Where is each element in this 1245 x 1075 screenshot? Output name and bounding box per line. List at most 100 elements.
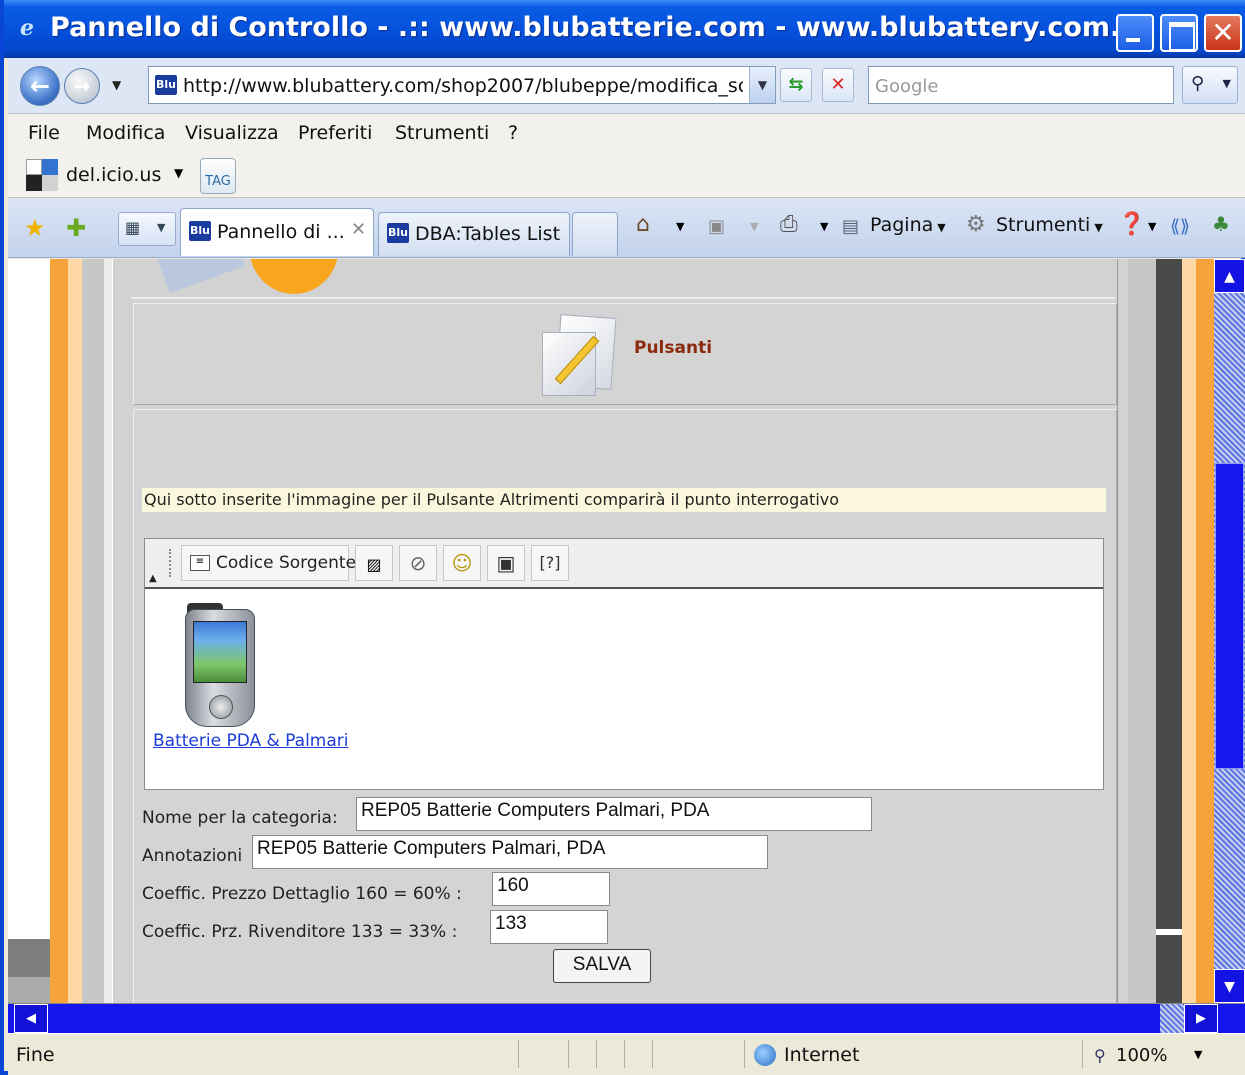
pda-image[interactable] [181, 603, 261, 729]
tag-icon: TAG [205, 174, 231, 189]
tab-dba-tables[interactable]: Blu DBA:Tables List [378, 212, 570, 256]
menu-item-visualizza[interactable]: Visualizza [185, 122, 279, 144]
delicious-dropdown-icon[interactable]: ▼ [174, 166, 183, 180]
maximize-icon [1162, 16, 1196, 51]
refresh-icon: ⇆ [788, 74, 804, 95]
links-bar: del.icio.us ▼ TAG [8, 152, 1245, 198]
add-favorites-icon[interactable]: ✚ [66, 214, 86, 242]
reseller-coefficient-input[interactable]: 133 [490, 910, 608, 944]
new-tab-button[interactable] [572, 212, 618, 256]
menu-item-strumenti[interactable]: Strumenti [395, 122, 489, 144]
scroll-left-icon[interactable]: ◀ [14, 1004, 48, 1033]
maximize-button[interactable] [1160, 14, 1198, 52]
tools-menu-button[interactable]: Strumenti ▼ [996, 214, 1103, 236]
status-divider [1082, 1040, 1083, 1068]
tab-pannello[interactable]: Blu Pannello di ... ✕ [180, 208, 374, 256]
category-link[interactable]: Batterie PDA & Palmari [153, 731, 349, 751]
editor-content[interactable]: Batterie PDA & Palmari [145, 589, 1103, 789]
notice-text: Qui sotto inserite l'immagine per il Pul… [142, 488, 1106, 512]
help-dropdown-icon[interactable]: ▼ [1148, 220, 1156, 233]
header-logo-image [151, 259, 341, 295]
decor-stripe [1118, 259, 1128, 1003]
zoom-dropdown-icon[interactable]: ▼ [1194, 1048, 1202, 1061]
feeds-icon[interactable]: ▣ [708, 216, 725, 237]
tag-button[interactable]: TAG [200, 158, 236, 194]
save-button[interactable]: SALVA [553, 949, 651, 983]
horizontal-scrollbar[interactable]: ◀ ▶ [8, 1003, 1245, 1033]
address-url[interactable]: http://www.blubattery.com/shop2007/blube… [183, 75, 743, 97]
quick-tabs-button[interactable]: ▦ ▼ [118, 212, 176, 246]
minimize-icon [1118, 16, 1152, 50]
forward-button[interactable]: → [64, 68, 100, 104]
category-name-input[interactable]: REP05 Batterie Computers Palmari, PDA [356, 797, 872, 831]
insert-image-button[interactable]: ▨ [355, 545, 393, 581]
forward-arrow-icon: → [73, 74, 91, 98]
address-dropdown-icon[interactable]: ▼ [749, 67, 775, 103]
home-dropdown-icon[interactable]: ▼ [676, 220, 684, 233]
decor-stripe [68, 259, 82, 1003]
favorites-star-icon[interactable]: ★ [24, 214, 46, 242]
menu-item-help[interactable]: ? [508, 122, 518, 144]
messenger-icon[interactable]: ♣ [1212, 212, 1230, 236]
feeds-dropdown-icon[interactable]: ▼ [750, 220, 758, 233]
status-divider [744, 1040, 745, 1068]
search-options-dropdown-icon[interactable]: ▼ [1223, 77, 1231, 90]
print-icon[interactable]: ⎙ [780, 212, 798, 237]
refresh-button[interactable]: ⇆ [780, 68, 812, 102]
zoom-icon: ⚲ [1094, 1046, 1106, 1065]
history-dropdown-icon[interactable]: ▼ [112, 78, 121, 92]
scroll-right-icon[interactable]: ▶ [1184, 1004, 1218, 1033]
search-button[interactable]: ⚲ ▼ [1182, 66, 1238, 104]
retail-coefficient-label: Coeffic. Prezzo Dettaglio 160 = 60% : [142, 884, 462, 904]
close-tab-icon[interactable]: ✕ [351, 219, 366, 240]
research-icon[interactable]: ⟪⟫ [1170, 216, 1190, 237]
collapse-toolbar-icon[interactable]: ▲ [149, 573, 157, 584]
editor-toolbar: ▲ ≡ Codice Sorgente ▨ ⊘ ☺ ▣ [?] [145, 539, 1103, 589]
edit-panel: Qui sotto inserite l'immagine per il Pul… [133, 409, 1117, 1003]
vertical-scrollbar[interactable]: ▲ ▼ [1214, 259, 1245, 1003]
scroll-down-icon[interactable]: ▼ [1214, 969, 1245, 1003]
minimize-button[interactable] [1116, 14, 1154, 52]
image-icon: ▨ [366, 555, 382, 574]
notes-input[interactable]: REP05 Batterie Computers Palmari, PDA [252, 835, 768, 869]
help-icon[interactable]: ❓ [1118, 212, 1145, 237]
page-menu-button[interactable]: Pagina ▼ [870, 214, 946, 236]
rich-text-editor: ▲ ≡ Codice Sorgente ▨ ⊘ ☺ ▣ [?] Batterie… [144, 538, 1104, 790]
menu-item-modifica[interactable]: Modifica [86, 122, 165, 144]
home-icon[interactable]: ⌂ [636, 212, 650, 237]
save-document-button[interactable]: ▣ [487, 545, 525, 581]
stop-icon: ✕ [830, 74, 846, 95]
stop-button[interactable]: ✕ [822, 68, 854, 102]
tab-list-dropdown-icon[interactable]: ▼ [157, 221, 165, 234]
insert-smiley-button[interactable]: ☺ [443, 545, 481, 581]
security-zone-label[interactable]: Internet [784, 1044, 859, 1066]
print-dropdown-icon[interactable]: ▼ [820, 220, 828, 233]
menu-item-preferiti[interactable]: Preferiti [298, 122, 372, 144]
page-content: Pulsanti Qui sotto inserite l'immagine p… [8, 259, 1214, 1003]
scroll-up-icon[interactable]: ▲ [1214, 259, 1245, 293]
back-button[interactable]: ← [20, 66, 60, 106]
title-bar[interactable]: e Pannello di Controllo - .:: www.blubat… [4, 0, 1245, 58]
delicious-button[interactable]: del.icio.us [66, 164, 161, 186]
status-bar: Fine Internet ⚲ 100% ▼ [8, 1033, 1245, 1075]
menu-item-file[interactable]: File [28, 122, 60, 144]
vertical-scroll-thumb[interactable] [1215, 463, 1244, 769]
address-row: ← → ▼ Blu http://www.blubattery.com/shop… [8, 58, 1245, 114]
search-input[interactable]: Google [868, 66, 1174, 104]
close-button[interactable]: ✕ [1204, 14, 1242, 52]
status-divider [596, 1040, 597, 1068]
source-code-button[interactable]: ≡ Codice Sorgente [181, 545, 356, 581]
horizontal-scroll-track[interactable] [1160, 1004, 1184, 1033]
zoom-level[interactable]: 100% [1116, 1045, 1167, 1066]
editor-help-button[interactable]: [?] [531, 545, 569, 581]
tab-bar: ★ ✚ ▦ ▼ Blu Pannello di ... ✕ Blu DBA:Ta… [8, 198, 1245, 258]
decor-block [1156, 929, 1182, 935]
internet-explorer-icon: e [20, 15, 34, 41]
retail-coefficient-input[interactable]: 160 [492, 872, 610, 906]
insert-flash-button[interactable]: ⊘ [399, 545, 437, 581]
search-placeholder: Google [875, 76, 939, 97]
tools-gear-icon: ⚙ [966, 212, 986, 237]
toolbar-grip-icon[interactable] [169, 549, 173, 577]
smiley-icon: ☺ [451, 551, 473, 575]
address-field[interactable]: Blu http://www.blubattery.com/shop2007/b… [148, 66, 776, 104]
